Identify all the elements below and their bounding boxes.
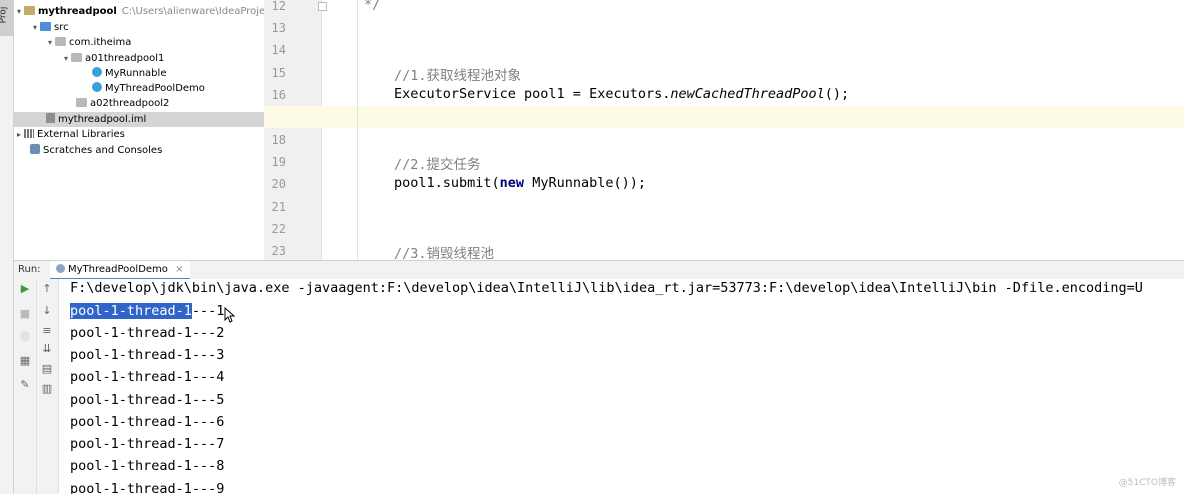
tree-item-scratches[interactable]: Scratches and Consoles [14,143,280,158]
tree-item-label: MyThreadPoolDemo [105,83,205,94]
line-number: 14 [271,43,286,57]
tree-item-label: mythreadpool.iml [58,114,147,125]
code-comment-submit: //2.提交任务 [394,157,481,173]
fold-marker-icon[interactable] [318,2,327,11]
line-number: 19 [271,155,286,169]
mouse-cursor-icon [224,307,236,323]
tree-item-label: mythreadpool [38,6,117,17]
selected-text: pool-1-thread-1 [70,303,192,319]
scratches-icon [30,144,40,154]
source-folder-icon [40,22,51,31]
tree-item-iml[interactable]: mythreadpool.iml [14,112,264,127]
code-text: MyRunnable()); [524,175,646,191]
layout-icon[interactable]: ▦ [17,354,33,367]
console-line: pool-1-thread-1---3 [70,347,225,363]
up-arrow-icon[interactable]: ↑ [39,282,55,295]
console-line: pool-1-thread-1---2 [70,325,225,341]
library-icon [24,129,34,138]
console-line: pool-1-thread-1---4 [70,369,225,385]
project-tool-tab[interactable]: Proj [0,0,13,36]
code-keyword: new [499,175,525,191]
trash-icon[interactable]: ▥ [39,382,55,395]
line-number: 16 [271,88,286,102]
indent-guide [357,0,358,260]
tree-item-label: External Libraries [37,129,125,140]
chevron-down-icon[interactable]: ▾ [61,51,71,66]
tree-item-label: src [54,22,69,33]
editor-gutter: 12 13 14 15 16 17 18 19 20 21 22 23 [264,0,322,260]
project-folder-icon [24,6,35,15]
run-panel-header: Run: MyThreadPoolDemo × [14,260,1184,280]
project-tab-label: Proj [0,6,9,24]
tree-item-external-libraries[interactable]: ▸ External Libraries [14,127,264,142]
tree-item-label: Scratches and Consoles [43,145,163,156]
print-icon[interactable]: ▤ [39,362,55,375]
camera-icon[interactable]: ◎ [17,329,33,342]
pin-icon[interactable]: ✎ [17,378,33,391]
console-line: pool-1-thread-1---1 [70,303,224,319]
line-number: 18 [271,133,286,147]
run-config-icon [56,264,65,273]
console-line: pool-1-thread-1---6 [70,414,225,430]
line-number: 23 [271,244,286,258]
code-text: ExecutorService pool1 = Executors. [394,86,671,102]
chevron-down-icon[interactable]: ▾ [30,20,40,35]
chevron-down-icon[interactable]: ▾ [45,35,55,50]
code-line-12: */ [364,0,381,13]
line-number: 22 [271,222,286,236]
tree-item-src[interactable]: ▾ src [14,20,280,35]
code-line-20: pool1.submit(new MyRunnable()); [394,175,646,191]
console-line: pool-1-thread-1---7 [70,436,225,452]
current-line-highlight [264,106,1184,128]
code-text: pool1.submit( [394,175,500,191]
line-number: 13 [271,21,286,35]
tree-item-project-root[interactable]: ▾ mythreadpool C:\Users\alienware\IdeaProj… [14,4,283,19]
code-comment-destroy: //3.销毁线程池 [394,246,495,262]
project-tree: ▾ mythreadpool C:\Users\alienware\IdeaProj… [14,0,283,260]
rerun-icon[interactable]: ▶ [17,282,33,295]
code-comment-get-pool: //1.获取线程池对象 [394,68,522,84]
console-line: pool-1-thread-1---9 [70,481,225,494]
run-tab-label: MyThreadPoolDemo [68,264,168,275]
module-file-icon [46,113,55,123]
close-icon[interactable]: × [175,264,183,275]
down-arrow-icon[interactable]: ↓ [39,304,55,317]
package-icon [76,98,87,107]
chevron-down-icon[interactable]: ▾ [14,4,24,19]
run-toolbar-primary: ▶ ■ ◎ ▦ ✎ [14,279,37,494]
watermark: @51CTO博客 [1118,478,1176,488]
left-tool-strip-lower [0,260,14,494]
tree-item-package[interactable]: ▾ com.itheima [14,35,295,50]
stop-icon[interactable]: ■ [17,307,33,320]
code-line-16: ExecutorService pool1 = Executors.newCac… [394,86,849,102]
line-number: 12 [271,0,286,13]
line-number: 20 [271,177,286,191]
console-line: pool-1-thread-1---8 [70,458,225,474]
code-editor[interactable] [322,0,1184,260]
console-command-line: F:\develop\jdk\bin\java.exe -javaagent:F… [70,280,1143,296]
console-text: ---1 [191,303,225,319]
run-tab-mythreadpooldemo[interactable]: MyThreadPoolDemo × [50,261,190,280]
code-method-name: newCachedThreadPool [670,86,825,102]
line-number: 21 [271,200,286,214]
soft-wrap-icon[interactable]: ≡ [39,324,55,337]
package-icon [55,37,66,46]
tree-item-label: a02threadpool2 [90,98,170,109]
project-path: C:\Users\alienware\IdeaProjects\ [121,6,284,17]
tree-item-label: MyRunnable [105,68,167,79]
tree-item-label: com.itheima [69,37,132,48]
code-text: (); [824,86,850,102]
class-icon [92,82,102,92]
left-tool-strip [0,0,14,260]
tree-item-label: a01threadpool1 [85,53,165,64]
class-icon [92,67,102,77]
chevron-right-icon[interactable]: ▸ [14,127,24,142]
console-line: pool-1-thread-1---5 [70,392,225,408]
run-label: Run: [18,264,41,275]
scroll-to-end-icon[interactable]: ⇊ [39,342,55,355]
line-number: 15 [271,66,286,80]
run-toolbar-secondary: ↑ ↓ ≡ ⇊ ▤ ▥ [37,279,59,494]
package-icon [71,53,82,62]
